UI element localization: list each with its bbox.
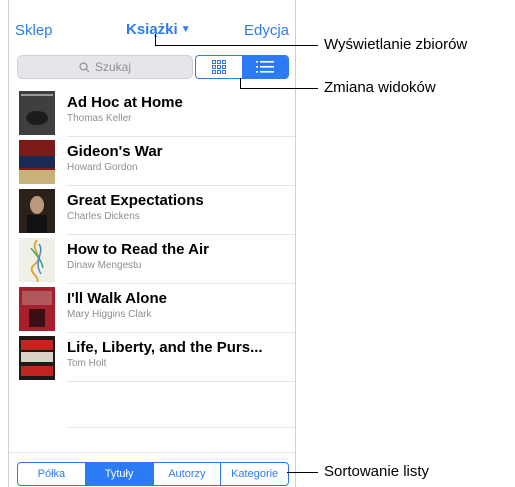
ibooks-screen: Sklep Książki ▼ Edycja Szukaj Ad Hoc at …	[8, 0, 296, 487]
list-icon	[256, 61, 274, 73]
book-author: Dinaw Mengestu	[67, 260, 142, 271]
callout-leader-vertical	[240, 78, 241, 88]
list-view-button[interactable]	[242, 56, 288, 78]
store-button[interactable]: Sklep	[15, 22, 53, 39]
book-title: I'll Walk Alone	[67, 290, 167, 307]
collections-button[interactable]: Książki ▼	[126, 21, 191, 38]
book-author: Mary Higgins Clark	[67, 309, 152, 320]
sort-shelf-button[interactable]: Półka	[18, 463, 85, 485]
collections-label: Książki	[126, 21, 178, 38]
book-author: Thomas Keller	[67, 113, 132, 124]
sort-segmented-control: Półka Tytuły Autorzy Kategorie	[17, 462, 289, 486]
book-row[interactable]: Gideon's War Howard Gordon	[9, 137, 295, 186]
book-cover-image	[19, 336, 55, 380]
book-author: Tom Holt	[67, 358, 107, 369]
book-cover-image	[19, 91, 55, 135]
book-author: Charles Dickens	[67, 211, 140, 222]
book-cover-image	[19, 140, 55, 184]
book-title: Great Expectations	[67, 192, 204, 209]
toolbar-divider	[9, 452, 295, 453]
callout-collections: Wyświetlanie zbiorów	[324, 36, 468, 53]
sort-categories-button[interactable]: Kategorie	[220, 463, 288, 485]
book-list: Ad Hoc at Home Thomas Keller Gideon's Wa…	[9, 88, 295, 382]
callout-view-change: Zmiana widoków	[324, 79, 436, 96]
row-separator	[67, 381, 295, 382]
book-title: Life, Liberty, and the Purs...	[67, 339, 263, 356]
row-separator	[67, 427, 295, 428]
callout-leader-line	[287, 472, 318, 473]
edit-button[interactable]: Edycja	[244, 22, 289, 39]
book-cover-image	[19, 238, 55, 282]
book-title: How to Read the Air	[67, 241, 209, 258]
book-title: Gideon's War	[67, 143, 163, 160]
book-row[interactable]: Great Expectations Charles Dickens	[9, 186, 295, 235]
search-placeholder: Szukaj	[94, 60, 132, 74]
book-cover-image	[19, 287, 55, 331]
search-icon	[79, 61, 90, 72]
grid-view-button[interactable]	[196, 56, 242, 78]
sort-authors-button[interactable]: Autorzy	[152, 463, 221, 485]
book-row[interactable]: I'll Walk Alone Mary Higgins Clark	[9, 284, 295, 333]
search-field[interactable]: Szukaj	[17, 55, 193, 79]
caret-down-icon: ▼	[180, 24, 191, 35]
callout-leader-line	[155, 45, 318, 46]
navigation-bar: Sklep Książki ▼ Edycja	[9, 0, 295, 50]
view-toggle	[195, 55, 289, 79]
book-author: Howard Gordon	[67, 162, 138, 173]
grid-icon	[212, 60, 226, 74]
book-title: Ad Hoc at Home	[67, 94, 183, 111]
callout-sort-list: Sortowanie listy	[324, 463, 430, 480]
book-row[interactable]: Ad Hoc at Home Thomas Keller	[9, 88, 295, 137]
sort-titles-button[interactable]: Tytuły	[84, 463, 153, 485]
book-row[interactable]: Life, Liberty, and the Purs... Tom Holt	[9, 333, 295, 382]
book-cover-image	[19, 189, 55, 233]
book-row[interactable]: How to Read the Air Dinaw Mengestu	[9, 235, 295, 284]
callout-leader-line	[240, 88, 318, 89]
